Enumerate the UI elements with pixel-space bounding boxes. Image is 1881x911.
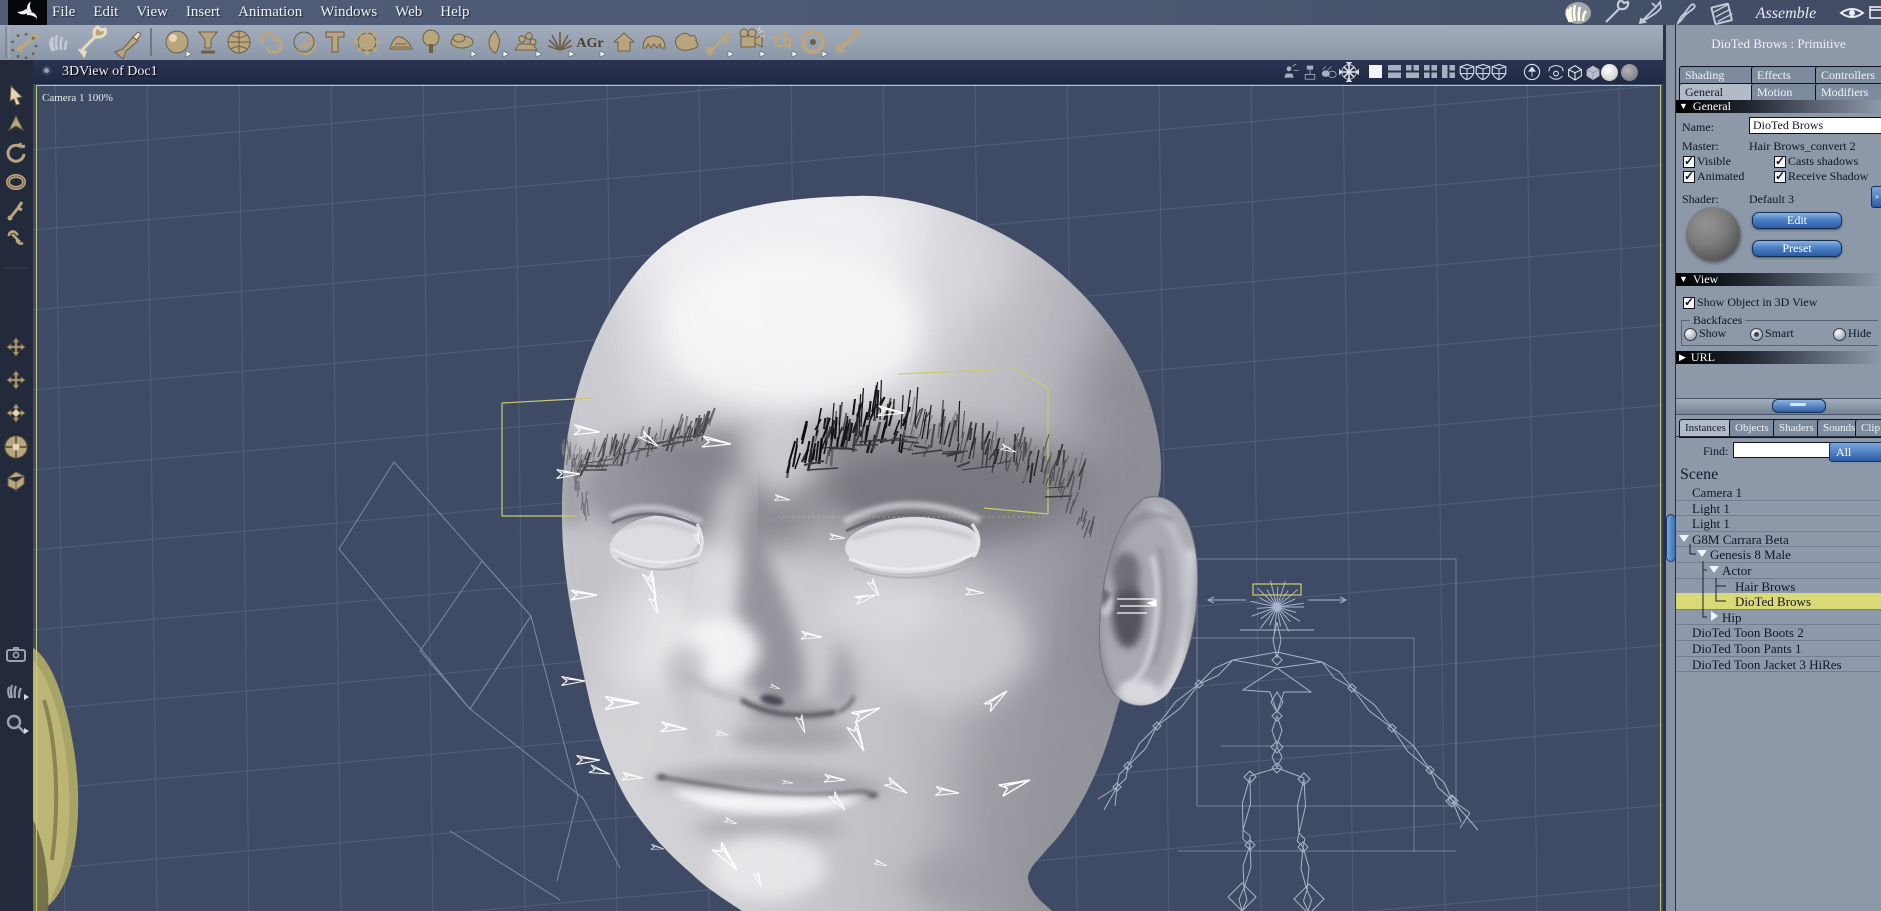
svg-text:AGr: AGr (576, 36, 603, 51)
svg-text:Assemble: Assemble (1755, 5, 1816, 22)
